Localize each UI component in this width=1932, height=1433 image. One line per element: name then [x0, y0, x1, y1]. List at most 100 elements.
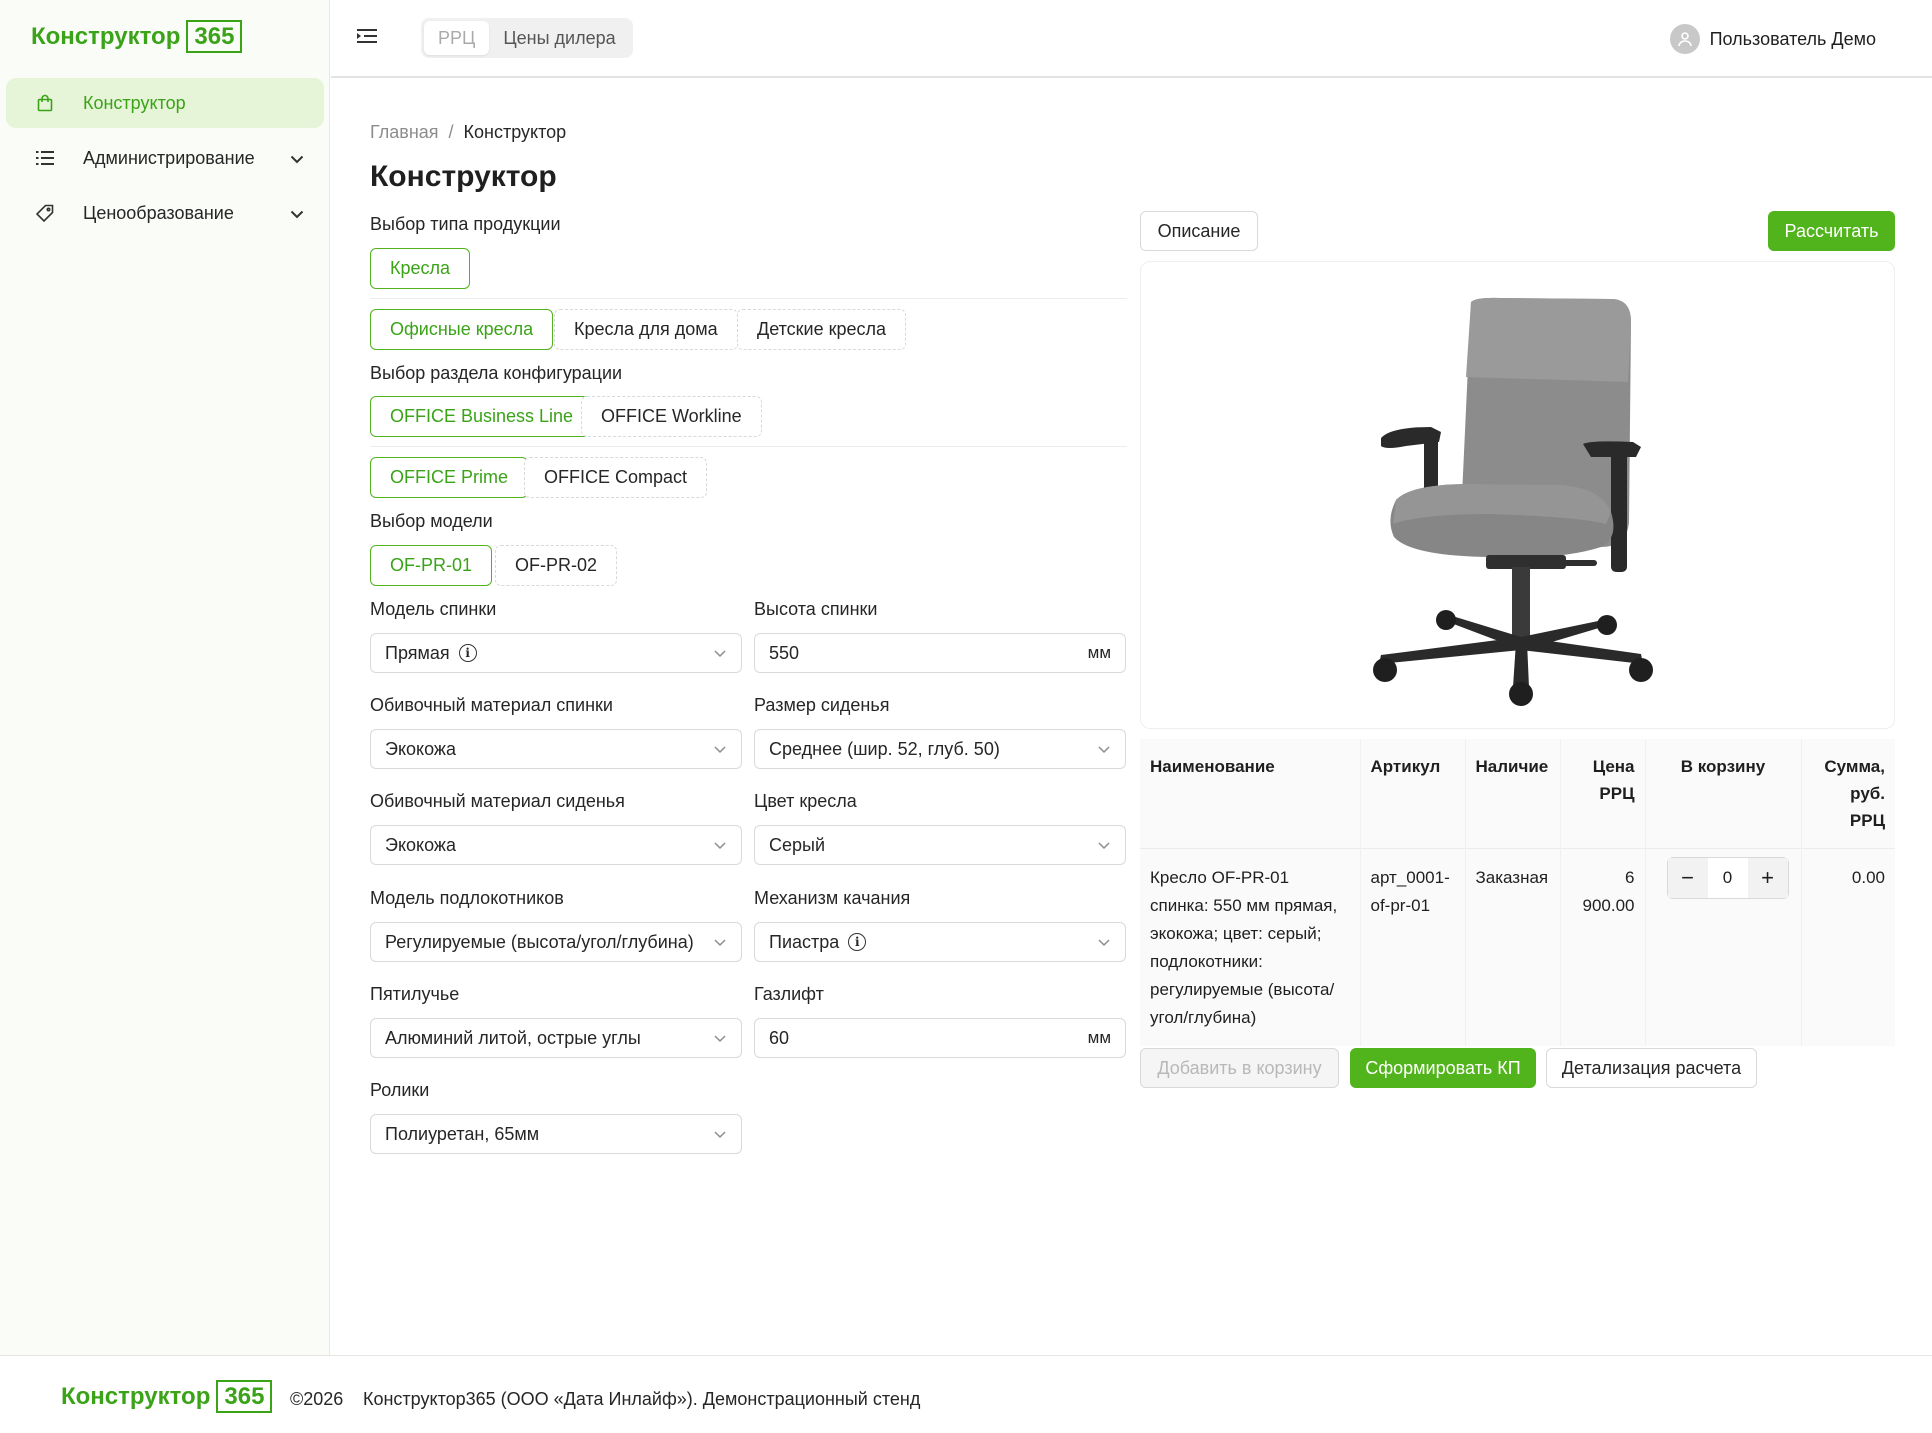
seat-size-select[interactable]: Среднее (шир. 52, глуб. 50)	[754, 729, 1126, 769]
sidebar-item-label: Ценообразование	[83, 202, 234, 223]
quantity-stepper: − 0 +	[1666, 857, 1789, 899]
user-name: Пользователь Демо	[1709, 28, 1876, 49]
cell-cart: − 0 +	[1645, 848, 1802, 1046]
base-value: Алюминий литой, острые углы	[385, 1027, 641, 1048]
breadcrumb-current: Конструктор	[463, 122, 567, 142]
chair-color-value: Серый	[769, 834, 826, 855]
footer-text: Конструктор365 (ООО «Дата Инлайф»). Демо…	[363, 1389, 921, 1409]
seat-material-value: Экокожа	[385, 834, 456, 855]
top-header: РРЦ Цены дилера Пользователь Демо	[331, 0, 1932, 78]
armrest-select[interactable]: Регулируемые (высота/угол/глубина)	[370, 922, 742, 962]
sidebar-item-label: Конструктор	[83, 92, 186, 113]
series-chip-compact[interactable]: OFFICE Compact	[524, 457, 708, 498]
minus-icon[interactable]: −	[1667, 858, 1708, 898]
breadcrumb-home[interactable]: Главная	[370, 122, 439, 142]
model-label: Выбор модели	[370, 511, 493, 531]
sidebar-item-label: Администрирование	[83, 147, 255, 168]
col-header-availability: Наличие	[1465, 739, 1561, 849]
model-chip-of-pr-02[interactable]: OF-PR-02	[495, 545, 618, 586]
col-header-price: Цена РРЦ	[1560, 739, 1646, 849]
price-mode-rrc[interactable]: РРЦ	[424, 21, 490, 55]
product-type-label: Выбор типа продукции	[370, 214, 561, 234]
seat-material-select[interactable]: Экокожа	[370, 825, 742, 865]
sidebar-item-pricing[interactable]: Ценообразование	[6, 188, 324, 238]
chair-color-label: Цвет кресла	[754, 791, 857, 811]
armrest-label: Модель подлокотников	[370, 888, 564, 908]
create-kp-button[interactable]: Сформировать КП	[1350, 1048, 1536, 1088]
info-icon[interactable]: i	[848, 933, 867, 951]
footer-logo: Конструктор 365	[61, 1380, 273, 1413]
breadcrumb: Главная / Конструктор	[370, 122, 566, 143]
divider	[370, 298, 1127, 299]
seat-size-value: Среднее (шир. 52, глуб. 50)	[769, 738, 1000, 759]
calculation-table: Наименование Артикул Наличие Цена РРЦ В …	[1140, 739, 1895, 1046]
product-image-container	[1140, 261, 1895, 729]
chevron-down-icon	[290, 148, 304, 169]
back-model-label: Модель спинки	[370, 599, 497, 619]
price-mode-switch: РРЦ Цены дилера	[421, 18, 633, 58]
col-header-cart: В корзину	[1645, 739, 1802, 849]
subtype-chip-kids[interactable]: Детские кресла	[737, 309, 906, 350]
cell-article: арт_0001-of-pr-01	[1360, 848, 1466, 1046]
sidebar: Конструктор 365 Конструктор Администриров…	[0, 0, 330, 1355]
brand-num: 365	[216, 1380, 273, 1413]
series-chip-prime[interactable]: OFFICE Prime	[370, 457, 529, 498]
type-chip-chairs[interactable]: Кресла	[370, 248, 471, 289]
gaslift-value: 60	[769, 1027, 790, 1048]
calculation-details-button[interactable]: Детализация расчета	[1546, 1048, 1757, 1088]
page-title: Конструктор	[370, 160, 557, 193]
quantity-value[interactable]: 0	[1708, 864, 1748, 892]
cell-availability: Заказная	[1465, 848, 1561, 1046]
gaslift-input[interactable]: 60 мм	[754, 1018, 1126, 1058]
add-to-cart-button[interactable]: Добавить в корзину	[1140, 1048, 1339, 1088]
sidebar-item-administration[interactable]: Администрирование	[6, 133, 324, 183]
price-mode-dealer[interactable]: Цены дилера	[489, 21, 629, 55]
model-chip-of-pr-01[interactable]: OF-PR-01	[370, 545, 493, 586]
chair-color-select[interactable]: Серый	[754, 825, 1126, 865]
user-menu[interactable]: Пользователь Демо	[1669, 24, 1876, 54]
casters-select[interactable]: Полиуретан, 65мм	[370, 1114, 742, 1154]
shopping-bag-icon	[34, 92, 56, 114]
chevron-down-icon	[712, 934, 728, 950]
table-header-row: Наименование Артикул Наличие Цена РРЦ В …	[1140, 739, 1895, 849]
mechanism-select[interactable]: Пиастра i	[754, 922, 1126, 962]
back-material-select[interactable]: Экокожа	[370, 729, 742, 769]
cell-name: Кресло OF-PR-01 спинка: 550 мм прямая, э…	[1140, 848, 1361, 1046]
back-height-label: Высота спинки	[754, 599, 878, 619]
back-height-unit: мм	[1087, 643, 1111, 662]
back-height-input[interactable]: 550 мм	[754, 633, 1126, 673]
calculate-button[interactable]: Рассчитать	[1768, 211, 1895, 251]
chevron-down-icon	[1096, 837, 1112, 853]
col-header-article: Артикул	[1360, 739, 1466, 849]
brand-logo[interactable]: Конструктор 365	[31, 20, 243, 53]
back-model-select[interactable]: Прямая i	[370, 633, 742, 673]
line-chip-business[interactable]: OFFICE Business Line	[370, 396, 594, 437]
base-select[interactable]: Алюминий литой, острые углы	[370, 1018, 742, 1058]
brand-num: 365	[186, 20, 243, 53]
col-header-name: Наименование	[1140, 739, 1361, 849]
config-section-label: Выбор раздела конфигурации	[370, 363, 623, 383]
info-icon[interactable]: i	[458, 644, 477, 662]
chevron-down-icon	[712, 741, 728, 757]
subtype-chip-home[interactable]: Кресла для дома	[554, 309, 738, 350]
office-chair-image	[1373, 297, 1653, 706]
casters-label: Ролики	[370, 1080, 430, 1100]
list-icon	[34, 147, 56, 169]
subtype-chip-office[interactable]: Офисные кресла	[370, 309, 554, 350]
brand-name: Конструктор	[61, 1382, 211, 1410]
casters-value: Полиуретан, 65мм	[385, 1123, 540, 1144]
gaslift-unit: мм	[1087, 1028, 1111, 1047]
sidebar-item-constructor[interactable]: Конструктор	[6, 78, 324, 128]
menu-collapse-icon[interactable]	[357, 27, 379, 49]
plus-icon[interactable]: +	[1747, 858, 1788, 898]
line-chip-workline[interactable]: OFFICE Workline	[581, 396, 762, 437]
avatar	[1669, 24, 1700, 54]
brand-name: Конструктор	[31, 22, 181, 50]
description-button[interactable]: Описание	[1140, 211, 1258, 251]
chevron-down-icon	[1096, 741, 1112, 757]
cell-price: 6 900.00	[1560, 848, 1646, 1046]
cell-sum: 0.00	[1801, 848, 1895, 1046]
col-header-sum: Сумма, руб. РРЦ	[1801, 739, 1895, 849]
mechanism-label: Механизм качания	[754, 888, 911, 908]
chevron-down-icon	[712, 837, 728, 853]
